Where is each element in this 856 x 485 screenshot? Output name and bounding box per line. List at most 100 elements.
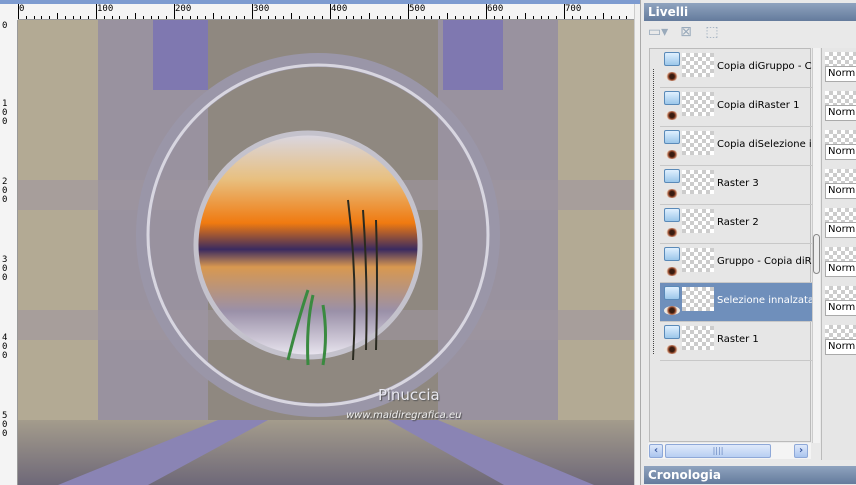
new-layer-icon[interactable]: ▭▾	[647, 24, 669, 44]
scroll-right-button[interactable]: ›	[794, 444, 808, 458]
ruler-label: 0	[19, 4, 25, 14]
hscroll-thumb[interactable]: ||||	[665, 444, 771, 458]
layer-type-icon	[664, 208, 680, 222]
ruler-tick	[415, 16, 417, 19]
ruler-corner	[0, 4, 18, 20]
blend-mode-select[interactable]: Norm	[825, 66, 856, 82]
layer-type-icon	[664, 286, 680, 300]
ruler-label: 400	[331, 4, 348, 14]
visibility-eye-icon[interactable]	[664, 150, 680, 159]
blend-mode-select[interactable]: Norm	[825, 105, 856, 121]
layer-thumbnail	[682, 131, 714, 155]
visibility-eye-icon[interactable]	[664, 228, 680, 237]
ruler-tick	[314, 16, 316, 19]
ruler-tick	[236, 16, 238, 19]
ruler-tick	[439, 16, 441, 19]
vertical-ruler: 0 100 200 300 400 500	[0, 20, 18, 485]
layer-row[interactable]: Raster 1	[660, 322, 812, 361]
visibility-eye-icon[interactable]	[664, 111, 680, 120]
ruler-tick	[228, 16, 230, 19]
ruler-tick	[595, 16, 597, 19]
ruler-label: 500	[2, 411, 8, 439]
blend-mode-select[interactable]: Norm	[825, 300, 856, 316]
layer-type-icon	[664, 247, 680, 261]
layer-type-icon	[664, 169, 680, 183]
mask-thumbnail	[825, 91, 856, 105]
layer-props: Norm	[825, 286, 856, 319]
scroll-left-button[interactable]: ‹	[649, 444, 663, 458]
layer-thumbnail	[682, 170, 714, 194]
horizontal-ruler: 0 100 200 300 400 500 600 700	[18, 4, 634, 20]
visibility-eye-icon[interactable]	[664, 189, 680, 198]
ruler-tick	[135, 13, 136, 19]
ruler-tick	[142, 16, 144, 19]
mask-thumbnail	[825, 286, 856, 300]
ruler-tick	[64, 16, 66, 19]
blend-mode-select[interactable]: Norm	[825, 339, 856, 355]
ruler-tick	[275, 16, 277, 19]
layer-type-icon	[664, 52, 680, 66]
blend-mode-select[interactable]: Norm	[825, 183, 856, 199]
ruler-tick	[556, 16, 558, 19]
ruler-tick	[548, 16, 550, 19]
visibility-eye-icon[interactable]	[664, 72, 680, 81]
ruler-label: 100	[97, 4, 114, 14]
layer-row[interactable]: Copia diRaster 1	[660, 88, 812, 127]
blend-mode-select[interactable]: Norm	[825, 261, 856, 277]
ruler-tick	[41, 16, 43, 19]
watermark-url: www.maidiregrafica.eu	[346, 410, 462, 421]
ruler-tick	[330, 4, 331, 19]
image-canvas[interactable]: Pinuccia www.maidiregrafica.eu	[18, 20, 634, 485]
visibility-eye-icon[interactable]	[664, 267, 680, 276]
layer-list-scroll-thumb[interactable]	[813, 234, 820, 274]
ruler-label: 600	[487, 4, 504, 14]
delete-layer-icon[interactable]: ⊠	[675, 24, 697, 44]
layer-name: Copia diSelezione innalzata	[717, 139, 813, 150]
edit-selection-icon[interactable]: ⬚	[701, 24, 723, 44]
layer-row[interactable]: Raster 2	[660, 205, 812, 244]
ruler-tick	[291, 13, 292, 19]
ruler-tick	[213, 13, 214, 19]
ruler-tick	[564, 4, 565, 19]
ruler-tick	[150, 16, 152, 19]
blend-mode-select[interactable]: Norm	[825, 222, 856, 238]
layer-type-icon	[664, 130, 680, 144]
ruler-tick	[525, 13, 526, 19]
ruler-tick	[486, 4, 487, 19]
layer-thumbnail	[682, 209, 714, 233]
layer-row[interactable]: Copia diSelezione innalzata	[660, 127, 813, 166]
layer-name: Raster 3	[717, 178, 759, 189]
layer-type-icon	[664, 325, 680, 339]
ruler-label: 300	[2, 255, 8, 283]
ruler-tick	[540, 16, 542, 19]
mask-thumbnail	[825, 325, 856, 339]
ruler-tick	[618, 16, 620, 19]
layer-thumbnail	[682, 92, 714, 116]
ruler-label: 500	[409, 4, 426, 14]
ruler-tick	[571, 16, 573, 19]
ruler-tick	[447, 13, 448, 19]
layer-row[interactable]: Gruppo - Copia diRaster	[660, 244, 813, 283]
ruler-tick	[33, 16, 35, 19]
ruler-tick	[166, 16, 168, 19]
ruler-tick	[96, 4, 97, 19]
visibility-eye-icon[interactable]	[664, 345, 680, 354]
ruler-label: 700	[565, 4, 582, 14]
mask-thumbnail	[825, 52, 856, 66]
layer-row[interactable]: Copia diGruppo - Copia	[660, 49, 813, 88]
ruler-tick	[181, 16, 183, 19]
blend-mode-select[interactable]: Norm	[825, 144, 856, 160]
ruler-tick	[462, 16, 464, 19]
layer-row[interactable]: Selezione innalzata	[660, 283, 813, 322]
layer-props: Norm	[825, 91, 856, 124]
ruler-tick	[72, 16, 74, 19]
layer-row[interactable]: Raster 3	[660, 166, 812, 205]
ruler-tick	[189, 16, 191, 19]
ruler-tick	[298, 16, 300, 19]
visibility-eye-icon[interactable]	[664, 306, 680, 315]
ruler-tick	[57, 13, 58, 19]
ruler-tick	[369, 13, 370, 19]
ruler-tick	[470, 16, 472, 19]
layer-list-hscrollbar[interactable]: ‹ |||| ›	[648, 443, 811, 459]
ruler-tick	[80, 16, 82, 19]
